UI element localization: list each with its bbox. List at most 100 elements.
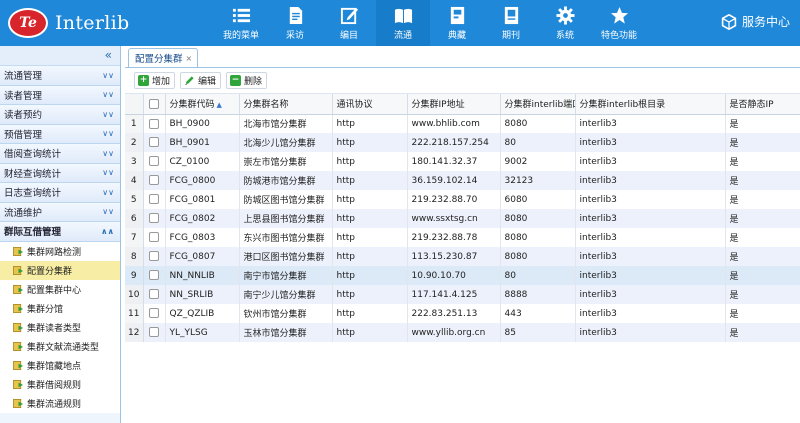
table-row[interactable]: 7 FCG_0803 东兴市图书馆分集群 http 219.232.88.78 8080 i… — [125, 228, 800, 247]
nav-special-features[interactable]: 特色功能 — [592, 0, 646, 46]
cell-port: 443 — [500, 304, 576, 323]
cell-code: CZ_0100 — [165, 152, 240, 171]
table-row[interactable]: 6 FCG_0802 上思县图书馆分集群 http www.ssxtsg.cn 8080 i… — [125, 209, 800, 228]
column-header-name[interactable]: 分集群名称 — [239, 94, 333, 115]
sidebar-group-circulation-maintenance[interactable]: 流通维护 ∨∨ — [0, 202, 120, 222]
sidebar-item-cluster-doc-circ-types[interactable]: 集群文献流通类型 — [0, 337, 120, 356]
sidebar-item-cluster-circ-rules[interactable]: 集群流通规则 — [0, 394, 120, 413]
journal-icon — [504, 6, 518, 25]
sidebar-group-label: 流通维护 — [4, 207, 43, 219]
sidebar-item-cluster-branches[interactable]: 集群分馆 — [0, 299, 120, 318]
table-row[interactable]: 5 FCG_0801 防城区图书馆分集群 http 219.232.88.70 6080 i… — [125, 190, 800, 209]
app-logo[interactable]: Te Interlib — [8, 8, 129, 38]
column-header-port[interactable]: 分集群interlib端口 — [500, 94, 576, 115]
table-row[interactable]: 10 NN_SRLIB 南宁少儿馆分集群 http 117.141.4.125 8888 i… — [125, 285, 800, 304]
cell-port: 80 — [500, 266, 576, 285]
row-checkbox[interactable] — [143, 133, 166, 152]
sidebar-item-config-cluster-center[interactable]: 配置集群中心 — [0, 280, 120, 299]
column-header-code[interactable]: 分集群代码 ▲ — [165, 94, 240, 115]
cell-static-ip: 是 — [725, 266, 800, 285]
column-header-static-ip[interactable]: 是否静态IP — [725, 94, 800, 115]
table-row[interactable]: 9 NN_NNLIB 南宁市馆分集群 http 10.90.10.70 80 interli… — [125, 266, 800, 285]
table-row[interactable]: 11 QZ_QZLIB 钦州市馆分集群 http 222.83.251.13 443 int… — [125, 304, 800, 323]
column-header-root[interactable]: 分集群interlib根目录 — [575, 94, 726, 115]
sidebar-item-cluster-borrow-rules[interactable]: 集群借阅规则 — [0, 375, 120, 394]
chevron-down-icon: ∨∨ — [102, 129, 114, 139]
sidebar-group-pre-borrow[interactable]: 预借管理 ∨∨ — [0, 124, 120, 144]
sidebar-group-label: 群际互借管理 — [4, 227, 62, 239]
cell-code: FCG_0807 — [165, 247, 240, 266]
delete-button[interactable]: − 删除 — [226, 72, 268, 89]
chevron-up-icon: ∧∧ — [101, 226, 114, 236]
column-header-protocol[interactable]: 通讯协议 — [332, 94, 408, 115]
nav-periodicals[interactable]: 期刊 — [484, 0, 538, 46]
cell-static-ip: 是 — [725, 171, 800, 190]
logo-text: Interlib — [55, 12, 130, 34]
table-row[interactable]: 2 BH_0901 北海少儿馆分集群 http 222.218.157.254 80 int… — [125, 133, 800, 152]
sidebar-group-borrow-stats[interactable]: 借阅查询统计 ∨∨ — [0, 144, 120, 164]
double-chevron-left-icon: « — [104, 48, 112, 62]
cell-protocol: http — [332, 171, 408, 190]
row-checkbox[interactable] — [143, 323, 166, 342]
row-checkbox[interactable] — [143, 190, 166, 209]
sidebar-item-cluster-locations[interactable]: 集群馆藏地点 — [0, 356, 120, 375]
sidebar-item-cluster-reader-types[interactable]: 集群读者类型 — [0, 318, 120, 337]
sidebar-group-finance-stats[interactable]: 财经查询统计 ∨∨ — [0, 163, 120, 183]
edit-button[interactable]: 编辑 — [180, 72, 222, 89]
sidebar-group-reader-management[interactable]: 读者管理 ∨∨ — [0, 85, 120, 105]
cell-protocol: http — [332, 190, 408, 209]
cell-ip: 219.232.88.70 — [407, 190, 501, 209]
row-checkbox[interactable] — [143, 247, 166, 266]
cell-ip: 36.159.102.14 — [407, 171, 501, 190]
sidebar-item-config-sub-cluster[interactable]: 配置分集群 — [0, 260, 120, 280]
table-row[interactable]: 8 FCG_0807 港口区图书馆分集群 http 113.15.230.87 8080 i… — [125, 247, 800, 266]
sidebar-item-label: 集群网路检测 — [27, 247, 82, 258]
cell-root: interlib3 — [575, 133, 726, 152]
table-row[interactable]: 1 BH_0900 北海市馆分集群 http www.bhlib.com 8080 inte… — [125, 114, 800, 133]
sidebar-group-cluster-interlending[interactable]: 群际互借管理 ∧∧ — [0, 222, 120, 242]
close-icon[interactable]: × — [186, 54, 193, 63]
cell-name: 防城区图书馆分集群 — [239, 190, 333, 209]
table-row[interactable]: 12 YL_YLSG 玉林市馆分集群 http www.yllib.org.cn 85 in… — [125, 323, 800, 342]
add-button[interactable]: + 增加 — [134, 72, 176, 89]
row-checkbox[interactable] — [143, 304, 166, 323]
rownum-header — [125, 94, 144, 115]
cell-protocol: http — [332, 266, 408, 285]
leaf-arrow-icon — [13, 360, 24, 370]
row-checkbox[interactable] — [143, 114, 166, 133]
row-checkbox[interactable] — [143, 209, 166, 228]
column-header-ip[interactable]: 分集群IP地址 — [407, 94, 501, 115]
sidebar-item-cluster-network-check[interactable]: 集群网路检测 — [0, 242, 120, 261]
pencil-icon — [184, 75, 195, 86]
cell-root: interlib3 — [575, 171, 726, 190]
table-row[interactable]: 4 FCG_0800 防城港市馆分集群 http 36.159.102.14 32123 i… — [125, 171, 800, 190]
row-number: 5 — [125, 190, 144, 209]
chevron-down-icon: ∨∨ — [102, 148, 114, 158]
row-checkbox[interactable] — [143, 285, 166, 304]
sidebar-collapse-button[interactable]: « — [0, 46, 120, 66]
nav-my-menu[interactable]: 我的菜单 — [214, 0, 268, 46]
service-center-link[interactable]: 服务中心 — [721, 13, 790, 30]
book-icon — [394, 8, 412, 24]
row-checkbox[interactable] — [143, 171, 166, 190]
sidebar-group-label: 读者管理 — [4, 90, 43, 102]
sidebar-group-reader-reservation[interactable]: 读者预约 ∨∨ — [0, 105, 120, 125]
tab-config-sub-cluster[interactable]: 配置分集群 × — [128, 48, 199, 67]
cell-port: 6080 — [500, 190, 576, 209]
sidebar-group-label: 日志查询统计 — [4, 188, 62, 200]
row-checkbox[interactable] — [143, 228, 166, 247]
nav-collection[interactable]: 典藏 — [430, 0, 484, 46]
nav-system[interactable]: 系统 — [538, 0, 592, 46]
row-checkbox[interactable] — [143, 152, 166, 171]
sidebar-group-log-stats[interactable]: 日志查询统计 ∨∨ — [0, 183, 120, 203]
nav-acquisition[interactable]: 采访 — [268, 0, 322, 46]
row-checkbox[interactable] — [143, 266, 166, 285]
cell-ip: 222.218.157.254 — [407, 133, 501, 152]
cell-name: 南宁市馆分集群 — [239, 266, 333, 285]
gear-icon — [555, 6, 575, 25]
table-row[interactable]: 3 CZ_0100 崇左市馆分集群 http 180.141.32.37 9002 inte… — [125, 152, 800, 171]
select-all-checkbox[interactable] — [143, 94, 166, 115]
nav-cataloging[interactable]: 编目 — [322, 0, 376, 46]
nav-circulation[interactable]: 流通 — [376, 0, 430, 46]
sidebar-group-circulation-management[interactable]: 流通管理 ∨∨ — [0, 66, 120, 86]
